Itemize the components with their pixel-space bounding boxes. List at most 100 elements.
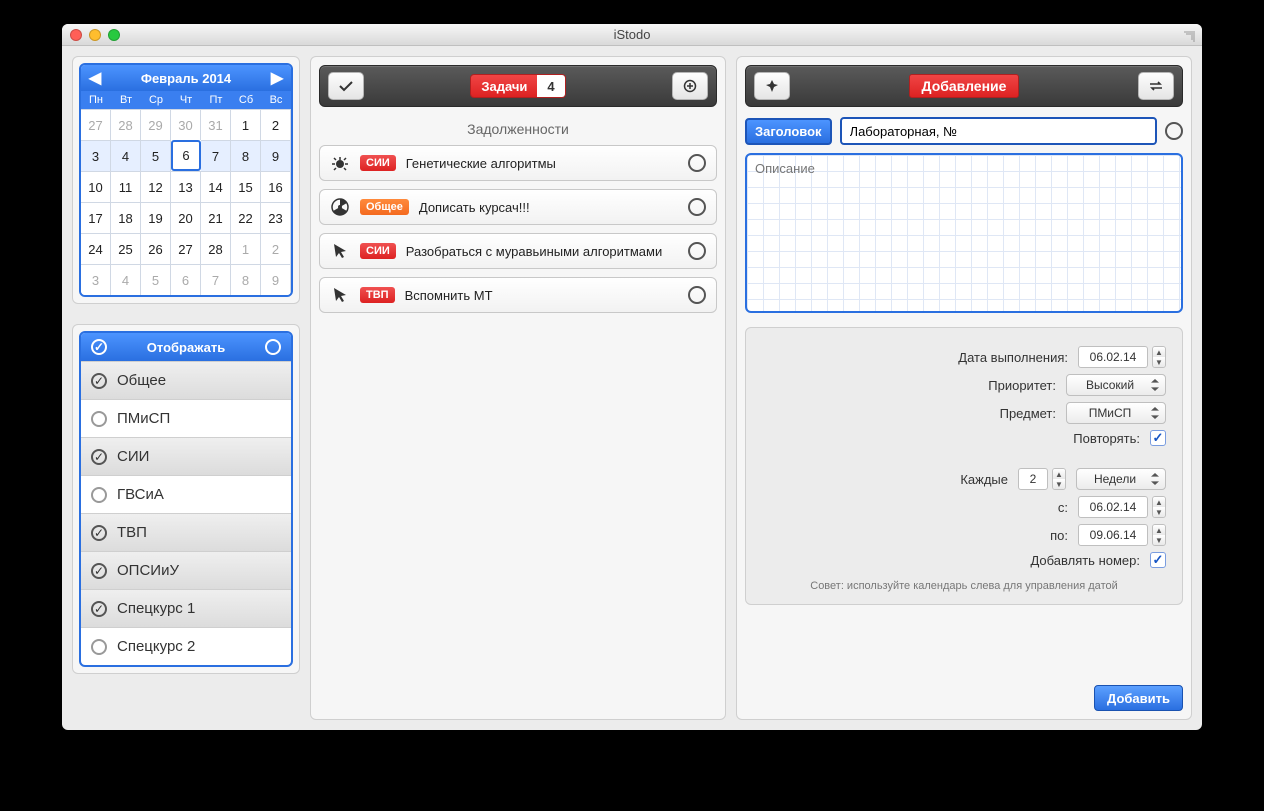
subjects-select-all-icon[interactable] [91, 339, 107, 355]
pin-button[interactable] [754, 72, 790, 100]
show-completed-button[interactable] [328, 72, 364, 100]
every-stepper[interactable]: ▲▼ [1052, 468, 1066, 490]
calendar-day[interactable]: 4 [111, 140, 141, 171]
calendar-next-button[interactable]: ▶ [269, 68, 285, 88]
calendar-day[interactable]: 7 [201, 264, 231, 295]
calendar-day[interactable]: 6 [171, 264, 201, 295]
repeat-checkbox[interactable] [1150, 430, 1166, 446]
calendar-prev-button[interactable]: ◀ [87, 68, 103, 88]
calendar-day[interactable]: 22 [231, 202, 261, 233]
task-subject-tag: Общее [360, 199, 409, 215]
subject-row[interactable]: ОПСИиУ [81, 551, 291, 589]
calendar-day[interactable]: 25 [111, 233, 141, 264]
calendar-day[interactable]: 26 [141, 233, 171, 264]
subject-row[interactable]: Спецкурс 1 [81, 589, 291, 627]
due-date-input[interactable] [1078, 346, 1148, 368]
subject-label: Предмет: [1000, 406, 1056, 421]
calendar-day[interactable]: 5 [141, 140, 171, 171]
subject-checkbox-icon[interactable] [91, 373, 107, 389]
calendar-day[interactable]: 8 [231, 140, 261, 171]
subject-row[interactable]: ТВП [81, 513, 291, 551]
calendar-day[interactable]: 14 [201, 171, 231, 202]
calendar-day[interactable]: 2 [261, 233, 291, 264]
calendar-day[interactable]: 31 [201, 109, 231, 140]
calendar-day[interactable]: 18 [111, 202, 141, 233]
subject-row[interactable]: ГВСиА [81, 475, 291, 513]
addnum-checkbox[interactable] [1150, 552, 1166, 568]
calendar-day[interactable]: 28 [201, 233, 231, 264]
calendar-day[interactable]: 11 [111, 171, 141, 202]
calendar-day[interactable]: 9 [261, 264, 291, 295]
add-button[interactable]: Добавить [1094, 685, 1183, 711]
calendar-day[interactable]: 27 [171, 233, 201, 264]
calendar-day[interactable]: 23 [261, 202, 291, 233]
title-status-icon[interactable] [1165, 122, 1183, 140]
task-row[interactable]: СИИГенетические алгоритмы [319, 145, 717, 181]
calendar-day[interactable]: 16 [261, 171, 291, 202]
calendar-day[interactable]: 27 [81, 109, 111, 140]
calendar-day[interactable]: 21 [201, 202, 231, 233]
priority-select[interactable]: Высокий [1066, 374, 1166, 396]
calendar-day[interactable]: 3 [81, 264, 111, 295]
add-task-button[interactable] [672, 72, 708, 100]
task-complete-toggle[interactable] [688, 242, 706, 260]
subjects-title: Отображать [107, 340, 265, 355]
every-unit-select[interactable]: Недели [1076, 468, 1166, 490]
calendar-day[interactable]: 8 [231, 264, 261, 295]
calendar-day[interactable]: 1 [231, 109, 261, 140]
calendar-day[interactable]: 4 [111, 264, 141, 295]
from-date-input[interactable] [1078, 496, 1148, 518]
calendar-day[interactable]: 28 [111, 109, 141, 140]
window-zoom-button[interactable] [108, 29, 120, 41]
due-date-stepper[interactable]: ▲▼ [1152, 346, 1166, 368]
calendar-day[interactable]: 6 [171, 140, 201, 171]
task-row[interactable]: ОбщееДописать курсач!!! [319, 189, 717, 225]
calendar-day[interactable]: 29 [141, 109, 171, 140]
tasks-tab[interactable]: Задачи 4 [470, 74, 565, 98]
repeat-toggle-button[interactable] [1138, 72, 1174, 100]
window-minimize-button[interactable] [89, 29, 101, 41]
calendar-day[interactable]: 7 [201, 140, 231, 171]
every-input[interactable] [1018, 468, 1048, 490]
subjects-deselect-all-icon[interactable] [265, 339, 281, 355]
task-complete-toggle[interactable] [688, 286, 706, 304]
calendar-day[interactable]: 20 [171, 202, 201, 233]
task-row[interactable]: ТВПВспомнить МТ [319, 277, 717, 313]
calendar-day[interactable]: 5 [141, 264, 171, 295]
from-date-stepper[interactable]: ▲▼ [1152, 496, 1166, 518]
calendar-day[interactable]: 17 [81, 202, 111, 233]
subject-row[interactable]: СИИ [81, 437, 291, 475]
subject-row[interactable]: Спецкурс 2 [81, 627, 291, 665]
subject-checkbox-icon[interactable] [91, 563, 107, 579]
subject-checkbox-icon[interactable] [91, 449, 107, 465]
subject-checkbox-icon[interactable] [91, 411, 107, 427]
subject-checkbox-icon[interactable] [91, 639, 107, 655]
title-input[interactable] [840, 117, 1157, 145]
to-date-stepper[interactable]: ▲▼ [1152, 524, 1166, 546]
subject-row[interactable]: ПМиСП [81, 399, 291, 437]
calendar-day[interactable]: 12 [141, 171, 171, 202]
calendar-day[interactable]: 24 [81, 233, 111, 264]
task-complete-toggle[interactable] [688, 198, 706, 216]
calendar-day[interactable]: 9 [261, 140, 291, 171]
subject-checkbox-icon[interactable] [91, 525, 107, 541]
calendar-day[interactable]: 2 [261, 109, 291, 140]
calendar-day[interactable]: 15 [231, 171, 261, 202]
description-input[interactable] [745, 153, 1183, 313]
calendar-day[interactable]: 3 [81, 140, 111, 171]
calendar-day[interactable]: 19 [141, 202, 171, 233]
subject-checkbox-icon[interactable] [91, 487, 107, 503]
subject-select[interactable]: ПМиСП [1066, 402, 1166, 424]
calendar-day[interactable]: 1 [231, 233, 261, 264]
subject-row[interactable]: Общее [81, 361, 291, 399]
calendar-day[interactable]: 13 [171, 171, 201, 202]
task-row[interactable]: СИИРазобраться с муравьиными алгоритмами [319, 233, 717, 269]
window-resize-icon[interactable] [1184, 28, 1198, 42]
to-date-input[interactable] [1078, 524, 1148, 546]
calendar-dow: Сб [231, 91, 261, 109]
task-complete-toggle[interactable] [688, 154, 706, 172]
window-close-button[interactable] [70, 29, 82, 41]
calendar-day[interactable]: 30 [171, 109, 201, 140]
subject-checkbox-icon[interactable] [91, 601, 107, 617]
calendar-day[interactable]: 10 [81, 171, 111, 202]
